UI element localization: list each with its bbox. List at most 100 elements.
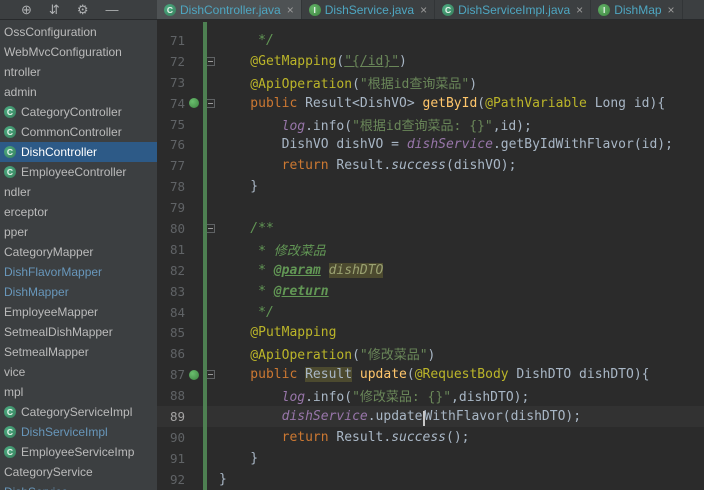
code-text: } (219, 450, 259, 466)
close-tab-icon[interactable]: × (420, 3, 427, 17)
line-number: 82 (169, 262, 185, 278)
project-item-label: ntroller (4, 65, 41, 79)
code-text: dishService.update WithFlavor(dishDTO); (281, 408, 582, 426)
line-number: 88 (169, 388, 185, 404)
code-line-82[interactable]: 82 * @param dishDTO (157, 260, 704, 281)
project-item-label: CommonController (21, 125, 122, 139)
line-number: 81 (169, 241, 185, 257)
code-line-71[interactable]: 71 */ (157, 30, 704, 51)
project-item-employeecontroller[interactable]: C EmployeeController (0, 162, 157, 182)
project-item-label: DishMapper (4, 285, 69, 299)
code-line-85[interactable]: 85 @PutMapping (157, 322, 704, 343)
project-item-employeeserviceimp[interactable]: C EmployeeServiceImp (0, 442, 157, 462)
line-number: 76 (169, 137, 185, 153)
fold-collapse-icon[interactable] (206, 56, 215, 66)
code-line-72[interactable]: 72 @GetMapping("{/id}") (157, 51, 704, 72)
line-number: 85 (169, 325, 185, 341)
close-tab-icon[interactable]: × (576, 3, 583, 17)
code-text: @ApiOperation("根据id查询菜品") (219, 76, 478, 92)
code-text: * @param dishDTO (219, 262, 384, 278)
project-item-categorymapper[interactable]: CategoryMapper (0, 242, 157, 262)
project-item-setmealdishmapper[interactable]: SetmealDishMapper (0, 322, 157, 342)
fold-collapse-icon[interactable] (206, 370, 215, 380)
project-item-dishmapper[interactable]: DishMapper (0, 282, 157, 302)
project-item-label: SetmealMapper (4, 345, 89, 359)
file-class-icon: C (442, 3, 455, 16)
settings-gear-icon[interactable]: ⚙ (77, 0, 89, 20)
project-tree: OssConfiguration WebMvcConfiguration ntrol… (0, 20, 157, 490)
project-item-ndler[interactable]: ndler (0, 182, 157, 202)
project-item-label: admin (4, 85, 37, 99)
project-item-label: EmployeeMapper (4, 305, 99, 319)
tab-dishservice-java[interactable]: I DishService.java × (302, 0, 436, 19)
code-text: log.info("根据id查询菜品: {}",id); (281, 118, 532, 134)
code-line-74[interactable]: 74 public Result<DishVO> getById(@PathVa… (157, 93, 704, 114)
code-line-88[interactable]: 88 log.info("修改菜品: {}",dishDTO); (157, 385, 704, 406)
code-line-75[interactable]: 75 log.info("根据id查询菜品: {}",id); (157, 114, 704, 135)
tab-label: DishService.java (324, 2, 415, 17)
project-item-dishservice[interactable]: DishService (0, 482, 157, 490)
line-number: 92 (169, 471, 185, 487)
code-line-91[interactable]: 91 } (157, 448, 704, 469)
tab-dishserviceimpl-java[interactable]: C DishServiceImpl.java × (435, 0, 592, 19)
project-item-commoncontroller[interactable]: C CommonController (0, 122, 157, 142)
sort-icon[interactable]: ⇵ (49, 0, 60, 20)
project-item-categoryserviceimpl[interactable]: C CategoryServiceImpl (0, 402, 157, 422)
code-line-87[interactable]: 87 public Result update(@RequestBody Dis… (157, 364, 704, 385)
project-item-dishserviceimpl[interactable]: C DishServiceImpl (0, 422, 157, 442)
code-line-79[interactable]: 79 (157, 197, 704, 218)
project-item-erceptor[interactable]: erceptor (0, 202, 157, 222)
code-text: public Result<DishVO> getById(@PathVaria… (219, 95, 666, 111)
class-icon: C (4, 146, 16, 158)
code-line-86[interactable]: 86 @ApiOperation("修改菜品") (157, 343, 704, 364)
tab-label: DishServiceImpl.java (458, 2, 571, 17)
code-line-83[interactable]: 83 * @return (157, 281, 704, 302)
code-text: } (219, 471, 227, 487)
code-line-76[interactable]: 76 DishVO dishVO = dishService.getByIdWi… (157, 134, 704, 155)
code-line-89[interactable]: 89 dishService.update WithFlavor(dishDTO)… (157, 406, 704, 427)
project-item-webmvcconfiguration[interactable]: WebMvcConfiguration (0, 42, 157, 62)
fold-collapse-icon[interactable] (206, 98, 215, 108)
project-item-label: WebMvcConfiguration (4, 45, 122, 59)
project-item-pper[interactable]: pper (0, 222, 157, 242)
code-line-78[interactable]: 78 } (157, 176, 704, 197)
locate-file-icon[interactable]: ⊕ (21, 0, 32, 20)
request-mapping-icon[interactable] (188, 98, 199, 109)
project-item-ntroller[interactable]: ntroller (0, 62, 157, 82)
project-item-ossconfiguration[interactable]: OssConfiguration (0, 22, 157, 42)
code-text: DishVO dishVO = dishService.getByIdWithF… (219, 137, 673, 153)
tab-dishmap[interactable]: I DishMap × (591, 0, 683, 19)
project-item-setmealmapper[interactable]: SetmealMapper (0, 342, 157, 362)
project-item-categoryservice[interactable]: CategoryService (0, 462, 157, 482)
project-item-label: vice (4, 365, 26, 379)
close-tab-icon[interactable]: × (287, 3, 294, 17)
class-icon: C (4, 426, 16, 438)
project-item-dishflavormapper[interactable]: DishFlavorMapper (0, 262, 157, 282)
line-number: 89 (169, 408, 185, 424)
code-line-77[interactable]: 77 return Result.success(dishVO); (157, 155, 704, 176)
code-line-92[interactable]: 92} (157, 469, 704, 490)
request-mapping-icon[interactable] (188, 369, 199, 380)
project-item-admin[interactable]: admin (0, 82, 157, 102)
project-item-label: CategoryMapper (4, 245, 94, 259)
project-item-dishcontroller[interactable]: C DishController (0, 142, 157, 162)
text-caret (422, 410, 425, 426)
code-line-90[interactable]: 90 return Result.success(); (157, 427, 704, 448)
hide-panel-icon[interactable]: — (105, 0, 118, 20)
code-line-80[interactable]: 80 /** (157, 218, 704, 239)
line-number: 79 (169, 200, 185, 216)
fold-collapse-icon[interactable] (206, 223, 215, 233)
project-item-categorycontroller[interactable]: C CategoryController (0, 102, 157, 122)
tab-dishcontroller-java[interactable]: C DishController.java × (157, 0, 302, 19)
project-item-label: DishController (21, 145, 98, 159)
code-line-84[interactable]: 84 */ (157, 302, 704, 323)
project-item-mpl[interactable]: mpl (0, 382, 157, 402)
code-line-73[interactable]: 73 @ApiOperation("根据id查询菜品") (157, 72, 704, 93)
code-editor[interactable]: 71 */72 @GetMapping("{/id}") 73 @ApiOpera… (157, 20, 704, 490)
code-text: * 修改菜品 (219, 243, 326, 259)
project-item-employeemapper[interactable]: EmployeeMapper (0, 302, 157, 322)
line-number: 72 (169, 53, 185, 69)
close-tab-icon[interactable]: × (668, 3, 675, 17)
project-item-vice[interactable]: vice (0, 362, 157, 382)
code-line-81[interactable]: 81 * 修改菜品 (157, 239, 704, 260)
